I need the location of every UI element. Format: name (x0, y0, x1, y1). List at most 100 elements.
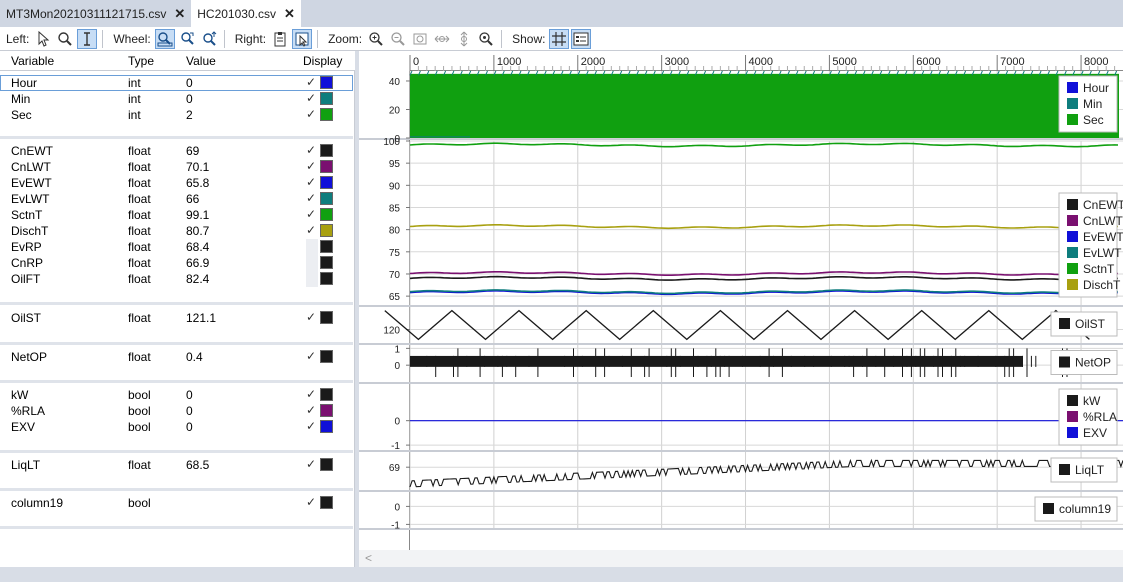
table-row[interactable]: CnLWT float 70.1 ✓ (0, 159, 353, 175)
display-checkbox[interactable]: ✓ (306, 457, 318, 473)
tab-hc201030-csv[interactable]: HC201030.csv ✕ (191, 0, 301, 27)
column-header-variable[interactable]: Variable (11, 54, 54, 68)
right-context-button[interactable] (292, 28, 313, 49)
series-color-swatch[interactable] (320, 76, 333, 89)
display-checkbox[interactable]: ✓ (306, 143, 318, 159)
y-tick-label: 120 (383, 326, 400, 337)
panel-2-series (409, 142, 1119, 296)
chart-area[interactable]: 0 1000 2000 3000 4000 5000 6000 7000 8000 40 20 0 Ho… (359, 51, 1123, 567)
table-row[interactable]: EvLWT float 66 ✓ (0, 191, 353, 207)
close-icon[interactable]: ✕ (174, 6, 185, 22)
column-header-value[interactable]: Value (186, 54, 216, 68)
zoom-out-button[interactable] (388, 29, 408, 49)
series-color-swatch[interactable] (320, 92, 333, 105)
display-checkbox[interactable]: ✓ (306, 255, 318, 271)
tab-mt3mon-csv[interactable]: MT3Mon20210311121715.csv ✕ (0, 0, 191, 27)
table-row[interactable]: NetOP float 0.4 ✓ (0, 349, 353, 365)
display-checkbox[interactable]: ✓ (306, 387, 318, 403)
series-color-swatch[interactable] (320, 208, 333, 221)
series-color-swatch[interactable] (320, 311, 333, 324)
cursor-line-tool-button[interactable] (77, 28, 98, 49)
legend-label: SctnT (1083, 262, 1115, 276)
variable-name: Sec (11, 108, 32, 122)
display-checkbox[interactable]: ✓ (306, 159, 318, 175)
series-color-swatch[interactable] (320, 108, 333, 121)
table-row[interactable]: OilST float 121.1 ✓ (0, 310, 353, 326)
show-grid-button[interactable] (549, 28, 570, 49)
table-row[interactable]: CnEWT float 69 ✓ (0, 143, 353, 159)
series-color-swatch[interactable] (320, 240, 333, 253)
series-color-swatch[interactable] (320, 160, 333, 173)
display-checkbox[interactable]: ✓ (306, 239, 318, 255)
series-color-swatch[interactable] (320, 404, 333, 417)
zoom-tool-button[interactable] (55, 29, 75, 49)
wheel-zoom-y-button[interactable] (199, 29, 219, 49)
table-row[interactable]: kW bool 0 ✓ (0, 387, 353, 403)
series-color-swatch[interactable] (320, 272, 333, 285)
zoom-reset-button[interactable] (476, 29, 496, 49)
wheel-zoom-button[interactable] (154, 28, 175, 49)
display-checkbox[interactable]: ✓ (306, 271, 318, 287)
variable-group: CnEWT float 69 ✓ CnLWT float 70.1 ✓ EvEWT float 65… (0, 139, 353, 305)
display-checkbox[interactable]: ✓ (306, 349, 318, 365)
table-row[interactable]: LiqLT float 68.5 ✓ (0, 457, 353, 473)
series-color-swatch[interactable] (320, 388, 333, 401)
table-row[interactable]: Min int 0 ✓ (0, 91, 353, 107)
zoom-fit-y-button[interactable] (454, 29, 474, 49)
display-checkbox[interactable]: ✓ (306, 107, 318, 123)
table-row[interactable]: EvEWT float 65.8 ✓ (0, 175, 353, 191)
legend-label: LiqLT (1075, 463, 1105, 477)
table-row[interactable]: Sec int 2 ✓ (0, 107, 353, 123)
time-series-chart[interactable]: 0 1000 2000 3000 4000 5000 6000 7000 800040200Ho… (359, 51, 1123, 550)
variable-type: float (128, 176, 151, 190)
display-checkbox[interactable]: ✓ (306, 403, 318, 419)
display-checkbox[interactable]: ✓ (306, 223, 318, 239)
y-tick-label: 100 (383, 137, 400, 148)
table-row[interactable]: column19 bool ✓ (0, 495, 353, 511)
series-color-swatch[interactable] (320, 458, 333, 471)
toolbar-divider (102, 29, 104, 48)
horizontal-scrollbar[interactable]: < (359, 550, 1123, 567)
table-row[interactable]: CnRP float 66.9 ✓ (0, 255, 353, 271)
column-header-type[interactable]: Type (128, 54, 154, 68)
close-icon[interactable]: ✕ (284, 6, 295, 22)
display-checkbox[interactable]: ✓ (306, 310, 318, 326)
y-tick-label: -1 (391, 520, 400, 531)
table-row[interactable]: SctnT float 99.1 ✓ (0, 207, 353, 223)
zoom-fit-icon (413, 33, 427, 44)
series-color-swatch[interactable] (320, 144, 333, 157)
legend-swatch (1059, 356, 1070, 368)
right-copy-button[interactable] (270, 29, 290, 49)
series-color-swatch[interactable] (320, 420, 333, 433)
zoom-fit-button[interactable] (410, 29, 430, 49)
display-checkbox[interactable]: ✓ (306, 75, 318, 91)
table-row[interactable]: EvRP float 68.4 ✓ (0, 239, 353, 255)
wheel-zoom-x-button[interactable] (177, 29, 197, 49)
display-checkbox[interactable]: ✓ (306, 495, 318, 511)
display-checkbox[interactable]: ✓ (306, 91, 318, 107)
column-header-display[interactable]: Display (303, 54, 342, 68)
series-color-swatch[interactable] (320, 256, 333, 269)
zoom-fit-x-button[interactable] (432, 29, 452, 49)
left-label: Left: (6, 31, 30, 46)
display-checkbox[interactable]: ✓ (306, 191, 318, 207)
table-row[interactable]: DischT float 80.7 ✓ (0, 223, 353, 239)
series-color-swatch[interactable] (320, 496, 333, 509)
table-row[interactable]: %RLA bool 0 ✓ (0, 403, 353, 419)
variable-value: 0.4 (186, 350, 203, 364)
series-color-swatch[interactable] (320, 192, 333, 205)
pointer-tool-button[interactable] (33, 29, 53, 49)
display-checkbox[interactable]: ✓ (306, 207, 318, 223)
show-legend-button[interactable] (571, 28, 592, 49)
series-color-swatch[interactable] (320, 350, 333, 363)
table-row[interactable]: OilFT float 82.4 ✓ (0, 271, 353, 287)
table-row[interactable]: EXV bool 0 ✓ (0, 419, 353, 435)
series-color-swatch[interactable] (320, 176, 333, 189)
display-checkbox[interactable]: ✓ (306, 419, 318, 435)
series-color-swatch[interactable] (320, 224, 333, 237)
table-row[interactable]: Hour int 0 ✓ (0, 75, 353, 91)
scroll-left-icon[interactable]: < (365, 551, 372, 565)
display-checkbox[interactable]: ✓ (306, 175, 318, 191)
zoom-in-button[interactable] (366, 29, 386, 49)
variable-name: Hour (11, 76, 38, 90)
